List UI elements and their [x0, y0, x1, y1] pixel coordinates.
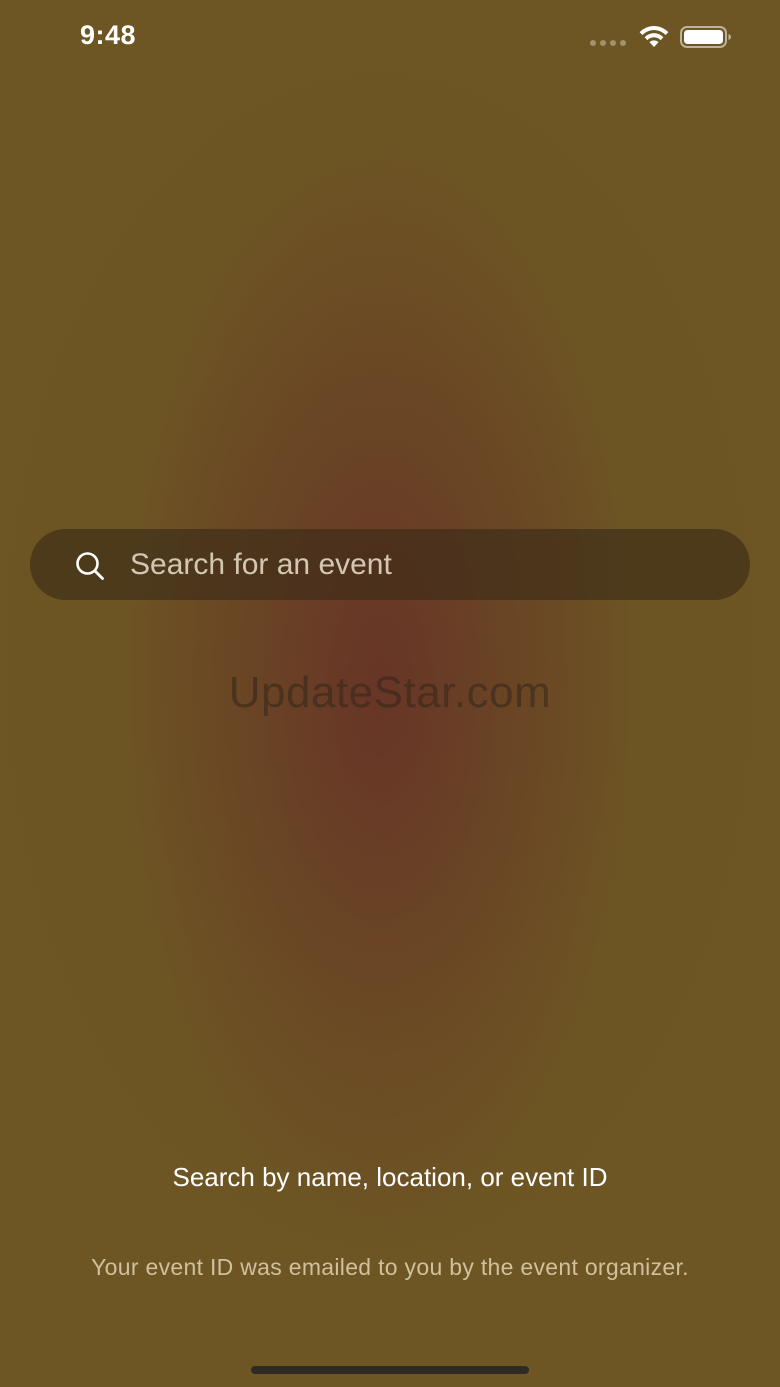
watermark-text: UpdateStar.com — [228, 668, 552, 717]
battery-icon — [680, 26, 731, 48]
search-input[interactable] — [130, 529, 730, 600]
search-bar[interactable] — [30, 529, 750, 600]
status-time: 9:48 — [80, 20, 137, 50]
status-bar: 9:48 — [0, 0, 780, 80]
search-hint-subtitle: Your event ID was emailed to you by the … — [91, 1254, 689, 1280]
search-hint-title: Search by name, location, or event ID — [172, 1162, 608, 1192]
wifi-icon — [639, 25, 669, 47]
cellular-dots-icon — [590, 40, 626, 46]
search-icon — [76, 552, 104, 580]
home-indicator[interactable] — [251, 1366, 529, 1374]
